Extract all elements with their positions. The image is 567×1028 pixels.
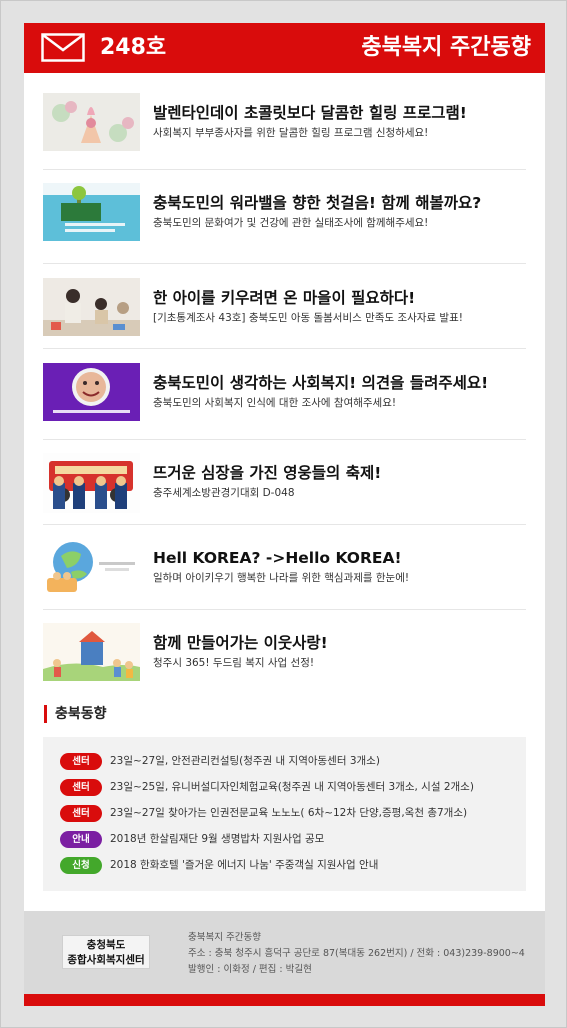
article-item[interactable]: 충북도민의 워라밸을 향한 첫걸음! 함께 해볼까요? 충북도민의 문화여가 및… xyxy=(43,183,526,243)
article-thumbnail xyxy=(43,453,140,513)
article-title: 발렌타인데이 초콜릿보다 달콤한 힐링 프로그램! xyxy=(153,104,467,122)
footer-info: 충북복지 주간동향 주소 : 충북 청주시 흥덕구 공단로 87(복대동 262… xyxy=(188,930,525,978)
article-title: 한 아이를 키우려면 온 마을이 필요하다! xyxy=(153,289,416,307)
footer-publisher: 발행인 : 이화정 / 편집 : 박길현 xyxy=(188,964,312,975)
category-badge: 센터 xyxy=(60,779,102,796)
org-name-line1: 충청북도 xyxy=(86,939,126,951)
page-frame: 248호 충북복지 주간동향 발렌타인데이 초콜릿보다 달콤한 힐링 프로그램!… xyxy=(0,0,567,1028)
divider xyxy=(43,348,526,349)
article-item[interactable]: 뜨거운 심장을 가진 영웅들의 축제! 충주세계소방관경기대회 D-048 xyxy=(43,453,526,515)
issue-number: 248호 xyxy=(100,35,167,60)
article-description: 사회복지 부부종사자를 위한 달콤한 힐링 프로그램 신청하세요! xyxy=(153,127,429,139)
article-title: 뜨거운 심장을 가진 영웅들의 축제! xyxy=(153,464,382,482)
divider xyxy=(43,439,526,440)
article-description: 청주시 365! 두드림 복지 사업 선정! xyxy=(153,657,315,669)
article-item[interactable]: Hell KOREA? ->Hello KOREA! 일하며 아이키우기 행복한… xyxy=(43,538,526,598)
article-description: 일하며 아이키우기 행복한 나라를 위한 핵심과제를 한눈에! xyxy=(153,572,410,584)
category-badge: 센터 xyxy=(60,805,102,822)
news-text: 2018년 한살림재단 9월 생명밥차 지원사업 공모 xyxy=(110,833,325,845)
section-title: 충북동향 xyxy=(44,705,107,723)
divider xyxy=(43,609,526,610)
news-text: 23일~27일 찾아가는 인권전문교육 노노노( 6차~12차 단양,증평,옥천… xyxy=(110,807,468,819)
org-name-line2: 종합사회복지센터 xyxy=(67,954,145,966)
footer-address: 주소 : 충북 청주시 흥덕구 공단로 87(복대동 262번지) / 전화 :… xyxy=(188,948,525,959)
article-item[interactable]: 함께 만들어가는 이웃사랑! 청주시 365! 두드림 복지 사업 선정! xyxy=(43,623,526,683)
category-badge: 센터 xyxy=(60,753,102,770)
article-description: [기초통계조사 43호] 충북도민 아동 돌봄서비스 만족도 조사자료 발표! xyxy=(153,312,463,324)
article-item[interactable]: 발렌타인데이 초콜릿보다 달콤한 힐링 프로그램! 사회복지 부부종사자를 위한… xyxy=(43,93,526,153)
footer-newsletter-name: 충북복지 주간동향 xyxy=(188,932,261,943)
news-text: 2018 한화호텔 '즐거운 에너지 나눔' 주중객실 지원사업 안내 xyxy=(110,859,379,871)
article-description: 충북도민의 문화여가 및 건강에 관한 실태조사에 함께해주세요! xyxy=(153,217,429,229)
article-description: 충북도민의 사회복지 인식에 대한 조사에 참여해주세요! xyxy=(153,397,397,409)
newsletter-title: 충북복지 주간동향 xyxy=(361,35,531,60)
footer: 충청북도 종합사회복지센터 충북복지 주간동향 주소 : 충북 청주시 흥덕구 … xyxy=(24,911,545,994)
category-badge: 신청 xyxy=(60,857,102,874)
divider xyxy=(43,524,526,525)
article-thumbnail xyxy=(43,623,140,681)
news-text: 23일~27일, 안전관리컨설팅(청주권 내 지역아동센터 3개소) xyxy=(110,755,380,767)
news-text: 23일~25일, 유니버설디자인체험교육(청주권 내 지역아동센터 3개소, 시… xyxy=(110,781,474,793)
article-thumbnail xyxy=(43,183,140,241)
divider xyxy=(43,263,526,264)
article-item[interactable]: 한 아이를 키우려면 온 마을이 필요하다! [기초통계조사 43호] 충북도민… xyxy=(43,278,526,338)
article-thumbnail xyxy=(43,363,140,421)
newsletter-header: 248호 충북복지 주간동향 xyxy=(24,23,545,73)
article-title: 충북도민의 워라밸을 향한 첫걸음! 함께 해볼까요? xyxy=(153,194,482,212)
organization-logo: 충청북도 종합사회복지센터 xyxy=(62,935,150,969)
news-list: 센터 23일~27일, 안전관리컨설팅(청주권 내 지역아동센터 3개소) 센터… xyxy=(43,737,526,891)
category-badge: 안내 xyxy=(60,831,102,848)
article-title: 충북도민이 생각하는 사회복지! 의견을 들려주세요! xyxy=(153,374,489,392)
divider xyxy=(43,169,526,170)
article-thumbnail xyxy=(43,93,140,151)
article-thumbnail xyxy=(43,278,140,336)
article-description: 충주세계소방관경기대회 D-048 xyxy=(153,487,295,499)
mail-icon xyxy=(41,33,85,62)
article-title: 함께 만들어가는 이웃사랑! xyxy=(153,634,328,652)
article-title: Hell KOREA? ->Hello KOREA! xyxy=(153,549,402,567)
bottom-bar xyxy=(24,994,545,1006)
article-thumbnail xyxy=(43,538,140,596)
article-item[interactable]: 충북도민이 생각하는 사회복지! 의견을 들려주세요! 충북도민의 사회복지 인… xyxy=(43,363,526,423)
newsletter: 248호 충북복지 주간동향 발렌타인데이 초콜릿보다 달콤한 힐링 프로그램!… xyxy=(24,23,545,1006)
